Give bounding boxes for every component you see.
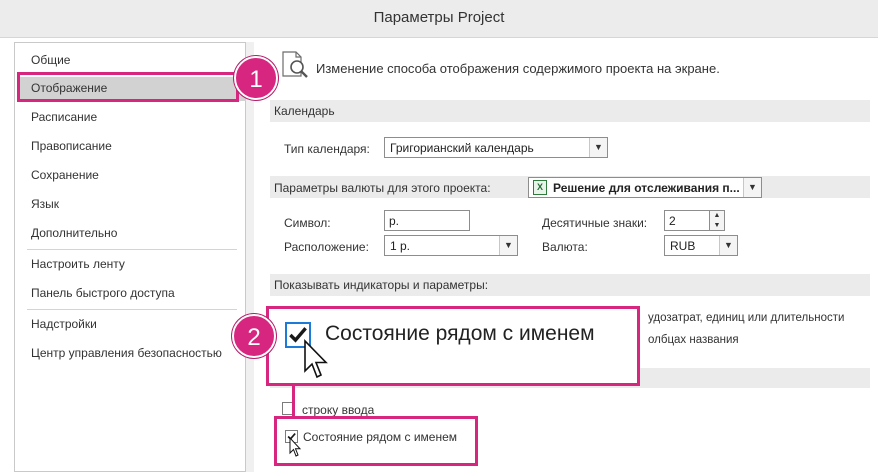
currency-symbol-input[interactable]: р. (384, 210, 470, 231)
callout-highlight-status-checkbox: Состояние рядом с именем (274, 416, 478, 466)
spin-down-icon[interactable]: ▼ (710, 221, 724, 231)
sidebar-item-general[interactable]: Общие (31, 53, 70, 67)
section-indicators: Показывать индикаторы и параметры: (270, 274, 870, 296)
sidebar-item-add-ins[interactable]: Надстройки (31, 317, 97, 331)
pane-divider (246, 42, 254, 472)
currency-decimals-input[interactable]: 2 (664, 210, 710, 231)
sidebar-item-language[interactable]: Язык (31, 197, 59, 211)
currency-placement-label: Расположение: (284, 240, 369, 254)
currency-symbol-label: Символ: (284, 216, 331, 230)
step-badge-2: 2 (232, 314, 276, 358)
mouse-pointer-icon (289, 437, 301, 457)
currency-decimals-label: Десятичные знаки: (542, 216, 648, 230)
magnifier-document-icon (282, 51, 308, 78)
formula-bar-label: строку ввода (302, 403, 375, 417)
sidebar-item-trust-center[interactable]: Центр управления безопасностью (31, 346, 222, 360)
chevron-down-icon[interactable]: ▼ (719, 236, 737, 255)
callout-zoom-status-checkbox: Состояние рядом с именем (266, 306, 640, 386)
currency-section-label: Параметры валюты для этого проекта: (274, 181, 491, 195)
currency-project-value: Решение для отслеживания п... (553, 181, 740, 195)
sidebar-item-schedule[interactable]: Расписание (31, 110, 97, 124)
chevron-down-icon[interactable]: ▼ (743, 178, 761, 197)
window-title: Параметры Project (373, 9, 505, 26)
options-main-pane: Изменение способа отображения содержимог… (254, 42, 878, 472)
step-badge-1: 1 (234, 56, 278, 100)
currency-project-dropdown[interactable]: X Решение для отслеживания п... ▼ (528, 177, 762, 198)
option-text-fragment: удозатрат, единиц или длительности (648, 312, 845, 324)
sidebar-item-advanced[interactable]: Дополнительно (31, 226, 117, 240)
calendar-type-label: Тип календаря: (284, 142, 370, 156)
section-calendar: Календарь (270, 100, 870, 122)
options-sidebar: Общие Отображение Расписание Правописани… (14, 42, 251, 472)
sidebar-item-proofing[interactable]: Правописание (31, 139, 112, 153)
calendar-type-dropdown[interactable]: Григорианский календарь ▼ (384, 137, 608, 158)
window-title-bar: Параметры Project (0, 0, 878, 38)
chevron-down-icon[interactable]: ▼ (589, 138, 607, 157)
sidebar-divider (27, 249, 237, 250)
page-description: Изменение способа отображения содержимог… (316, 61, 720, 76)
spin-up-icon[interactable]: ▲ (710, 211, 724, 221)
currency-placement-value: 1 р. (390, 239, 411, 253)
status-next-to-name-label: Состояние рядом с именем (303, 430, 458, 444)
callout-connector-line (292, 386, 295, 418)
callout-highlight-display (17, 72, 239, 102)
sidebar-item-quick-access-toolbar[interactable]: Панель быстрого доступа (31, 286, 175, 300)
calendar-type-value: Григорианский календарь (390, 141, 534, 155)
currency-placement-dropdown[interactable]: 1 р. ▼ (384, 235, 518, 256)
option-text-fragment: олбцах названия (648, 334, 739, 346)
currency-value: RUB (670, 239, 696, 253)
sidebar-item-customize-ribbon[interactable]: Настроить ленту (31, 257, 125, 271)
excel-icon: X (533, 180, 547, 195)
sidebar-divider (27, 309, 237, 310)
sidebar-item-save[interactable]: Сохранение (31, 168, 99, 182)
mouse-pointer-icon (304, 339, 328, 379)
decimals-spinner[interactable]: ▲ ▼ (709, 210, 725, 231)
zoom-status-label: Состояние рядом с именем (325, 322, 595, 345)
currency-dropdown[interactable]: RUB ▼ (664, 235, 738, 256)
currency-label: Валюта: (542, 240, 588, 254)
chevron-down-icon[interactable]: ▼ (499, 236, 517, 255)
